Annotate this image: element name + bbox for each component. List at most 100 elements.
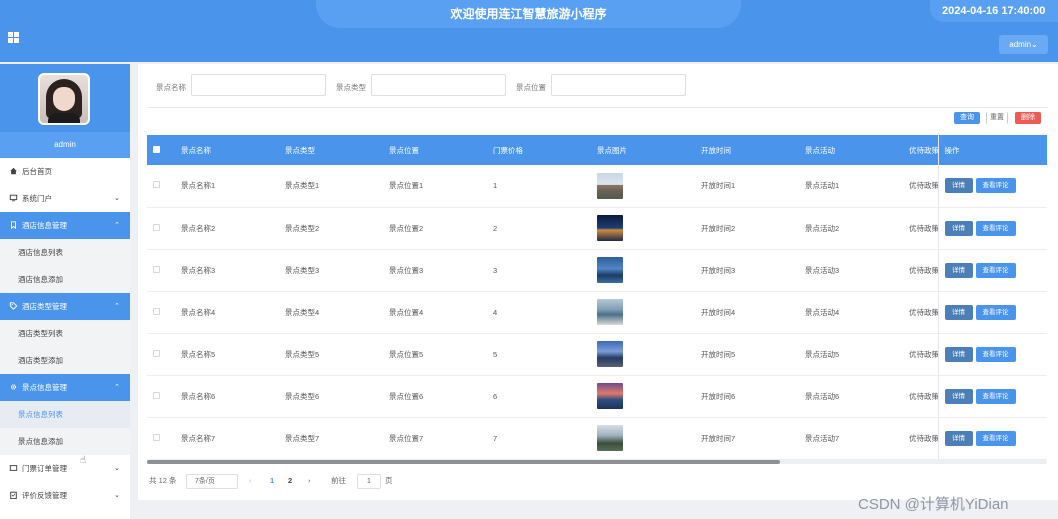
sidebar-item[interactable]: 酒店类型管理 ⌃ (0, 293, 130, 320)
sidebar-item[interactable]: 系统门户 ⌄ (0, 185, 130, 212)
page-2-button[interactable]: 2 (288, 473, 292, 489)
table-row[interactable]: 景点名称7景点类型7景点位置77开放时间7景点活动7优待政策7详情查看评论 (147, 417, 1047, 460)
cell-location: 景点位置6 (383, 375, 487, 418)
detail-button[interactable]: 详情 (944, 430, 973, 446)
row-checkbox[interactable] (147, 333, 175, 376)
app-title: 欢迎使用连江智慧旅游小程序 (316, 0, 741, 28)
page-suffix: 页 (385, 476, 393, 485)
sidebar-subitem[interactable]: 景点信息列表 (0, 401, 130, 428)
sidebar-subitem[interactable]: 酒店信息添加 (0, 266, 130, 293)
watermark: CSDN @计算机YiDian (858, 496, 1009, 513)
search-name-input[interactable] (191, 74, 326, 96)
detail-button[interactable]: 详情 (944, 304, 973, 320)
sidebar-username: admin (0, 132, 130, 158)
actions-cell: 详情 查看评论 (937, 417, 1047, 460)
reset-button[interactable]: 重置 (986, 112, 1008, 124)
goto-page-input[interactable]: 1 (357, 474, 381, 489)
sidebar-subitem[interactable]: 酒店类型列表 (0, 320, 130, 347)
row-checkbox[interactable] (147, 249, 175, 292)
checkbox[interactable] (153, 349, 160, 357)
datetime-display: 2024-04-16 17:40:00 (930, 0, 1058, 22)
delete-button[interactable]: 删除 (1015, 112, 1041, 124)
view-reviews-button[interactable]: 查看评论 (975, 178, 1016, 194)
cell-activity: 景点活动4 (799, 291, 903, 334)
checkbox[interactable] (153, 433, 160, 441)
checkbox[interactable] (153, 181, 160, 189)
table-row[interactable]: 景点名称5景点类型5景点位置55开放时间5景点活动5优待政策5详情查看评论 (147, 333, 1047, 376)
view-reviews-button[interactable]: 查看评论 (975, 220, 1016, 236)
next-page-button[interactable]: › (308, 473, 311, 489)
scrollbar-thumb[interactable] (147, 460, 780, 464)
select-all-checkbox[interactable] (147, 135, 175, 165)
checkbox[interactable] (153, 265, 160, 273)
scenic-thumbnail (597, 425, 623, 451)
sidebar-item[interactable]: 后台首页 (0, 158, 130, 185)
user-dropdown-button[interactable]: admin⌄ (999, 35, 1048, 54)
actions-cell: 详情 查看评论 (937, 333, 1047, 376)
actions-cell: 详情 查看评论 (937, 207, 1047, 250)
sidebar-item-label: 酒店信息管理 (22, 221, 67, 230)
cell-activity: 景点活动3 (799, 249, 903, 292)
row-checkbox[interactable] (147, 165, 175, 208)
sidebar-subitem-label: 景点信息添加 (18, 437, 63, 446)
table-row[interactable]: 景点名称6景点类型6景点位置66开放时间6景点活动6优待政策6详情查看评论 (147, 375, 1047, 418)
column-header: 景点类型 (279, 135, 383, 165)
image-cell (591, 291, 695, 334)
horizontal-scrollbar[interactable] (147, 460, 1047, 464)
checkbox[interactable] (153, 223, 160, 231)
checkbox[interactable] (153, 307, 160, 315)
row-checkbox[interactable] (147, 375, 175, 418)
scenic-thumbnail (597, 341, 623, 367)
page-1-button[interactable]: 1 (270, 473, 274, 489)
sidebar-subitem[interactable]: 酒店信息列表 (0, 239, 130, 266)
total-count: 共 12 条 (149, 476, 177, 485)
ticket-icon (9, 456, 18, 471)
sidebar-subitem[interactable]: 景点信息添加 (0, 428, 130, 455)
prev-page-button[interactable]: ‹ (249, 473, 252, 489)
table-row[interactable]: 景点名称1景点类型1景点位置11开放时间1景点活动1优待政策1详情查看评论 (147, 165, 1047, 208)
detail-button[interactable]: 详情 (944, 262, 973, 278)
table-row[interactable]: 景点名称2景点类型2景点位置22开放时间2景点活动2优待政策2详情查看评论 (147, 207, 1047, 250)
search-location-input[interactable] (551, 74, 686, 96)
sidebar-subitem-label: 景点信息列表 (18, 410, 63, 419)
view-reviews-button[interactable]: 查看评论 (975, 346, 1016, 362)
row-checkbox[interactable] (147, 291, 175, 334)
actions-cell: 详情 查看评论 (937, 375, 1047, 418)
page-size-select[interactable]: 7条/页 (186, 474, 238, 489)
table-row[interactable]: 景点名称3景点类型3景点位置33开放时间3景点活动3优待政策3详情查看评论 (147, 249, 1047, 292)
search-type-input[interactable] (371, 74, 506, 96)
cell-policy: 优待政策1 (903, 165, 938, 208)
query-button[interactable]: 查询 (954, 112, 980, 124)
detail-button[interactable]: 详情 (944, 220, 973, 236)
sidebar-item[interactable]: 评价反馈管理 ⌄ (0, 482, 130, 509)
view-reviews-button[interactable]: 查看评论 (975, 388, 1016, 404)
view-reviews-button[interactable]: 查看评论 (975, 304, 1016, 320)
sidebar-item-label: 景点信息管理 (22, 383, 67, 392)
column-header: 门票价格 (487, 135, 591, 165)
sidebar-subitem[interactable]: 酒店类型添加 (0, 347, 130, 374)
cell-activity: 景点活动7 (799, 417, 903, 460)
menu-grid-icon[interactable] (8, 32, 19, 43)
cell-type: 景点类型7 (279, 417, 383, 460)
home-icon (9, 159, 18, 175)
cell-price: 1 (487, 165, 591, 208)
profile-panel (0, 64, 130, 132)
sidebar-item[interactable]: 景点信息管理 ⌃ (0, 374, 130, 401)
sidebar-item[interactable]: 酒店信息管理 ⌃ (0, 212, 130, 239)
detail-button[interactable]: 详情 (944, 388, 973, 404)
scenic-thumbnail (597, 172, 623, 199)
view-reviews-button[interactable]: 查看评论 (975, 430, 1016, 446)
row-checkbox[interactable] (147, 207, 175, 250)
cell-open: 开放时间3 (695, 249, 799, 292)
sidebar-item-label: 酒店类型管理 (22, 302, 67, 311)
row-checkbox[interactable] (147, 417, 175, 460)
detail-button[interactable]: 详情 (944, 178, 973, 194)
actions-cell: 详情 查看评论 (937, 291, 1047, 334)
hand-cursor-icon: ☝ (80, 455, 87, 466)
detail-button[interactable]: 详情 (944, 346, 973, 362)
view-reviews-button[interactable]: 查看评论 (975, 262, 1016, 278)
table-row[interactable]: 景点名称4景点类型4景点位置44开放时间4景点活动4优待政策4详情查看评论 (147, 291, 1047, 334)
sidebar-item[interactable]: 门票订单管理 ⌄ (0, 455, 130, 482)
checkbox[interactable] (153, 391, 160, 399)
cell-location: 景点位置4 (383, 291, 487, 334)
